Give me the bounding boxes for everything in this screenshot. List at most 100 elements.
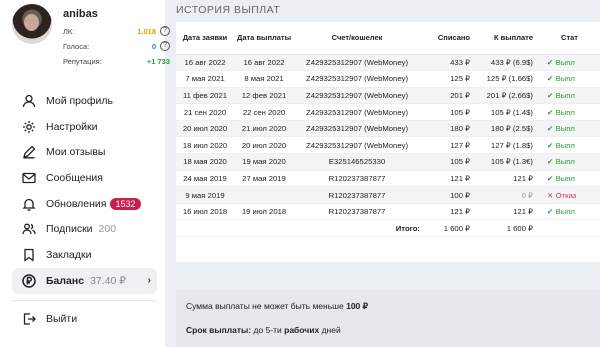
- username[interactable]: anibas: [63, 8, 98, 20]
- check-icon: ✔: [547, 57, 556, 67]
- check-icon: ✔: [547, 157, 556, 167]
- balance-amount: 37.40 ₽: [90, 274, 126, 287]
- envelope-icon: [22, 171, 36, 185]
- cell-account: R120237387877: [294, 186, 420, 204]
- cell-account: Z429325312907 (WebMoney): [294, 87, 420, 105]
- total-spacer: [234, 219, 294, 238]
- ruble-coin-icon: [22, 273, 36, 288]
- min-amount-note: Сумма выплаты не может быть меньше 100 ₽: [186, 301, 590, 312]
- cell-status: ✔ Выпл: [533, 170, 600, 188]
- payout-term-suffix: дней: [321, 325, 341, 335]
- table-row: 11 фев 2021 12 фев 2021 Z429325312907 (Web…: [176, 87, 600, 105]
- payout-table: Дата заявки Дата выплаты Счет/кошелек Сп…: [176, 22, 600, 238]
- cell-account: R120237387877: [294, 170, 420, 188]
- cell-status: ✔ Выпл: [533, 203, 600, 221]
- cell-account: Z429325312907 (WebMoney): [294, 103, 420, 121]
- status-label: Выпл: [555, 74, 575, 84]
- min-amount-text: Сумма выплаты не может быть меньше: [186, 301, 344, 311]
- total-debited: 1 600 ₽: [420, 219, 470, 238]
- col-header-account[interactable]: Счет/кошелек: [294, 22, 420, 55]
- cell-account: Z429325312907 (WebMoney): [294, 120, 420, 138]
- stat-label: ЛК:: [63, 27, 75, 36]
- table-header-row: Дата заявки Дата выплаты Счет/кошелек Сп…: [176, 22, 600, 55]
- cell-status: ✔ Выпл: [533, 103, 600, 121]
- sidebar-item-messages[interactable]: Сообщения: [12, 165, 157, 191]
- stat-label: Голоса:: [63, 42, 90, 51]
- col-header-payout-date[interactable]: Дата выплаты: [234, 22, 294, 55]
- cell-debited: 433 ₽: [420, 54, 470, 72]
- logout-icon: [22, 312, 36, 326]
- sidebar-item-label: Баланс: [46, 274, 85, 287]
- cell-status: ✕ Отказ: [533, 186, 600, 204]
- sidebar-item-reviews[interactable]: Мои отзывы: [12, 139, 157, 165]
- sidebar-item-label: Подписки: [46, 223, 93, 236]
- updates-count-badge: 1532: [110, 197, 141, 210]
- status-label: Выпл: [555, 140, 575, 150]
- sidebar-item-logout[interactable]: Выйти: [12, 307, 157, 333]
- cell-account: R120237387877: [294, 203, 420, 221]
- status-label: Выпл: [555, 173, 575, 183]
- cross-icon: ✕: [547, 190, 556, 200]
- help-icon[interactable]: ?: [160, 41, 170, 51]
- sidebar-item-settings[interactable]: Настройки: [12, 114, 157, 140]
- payout-history-card: Дата заявки Дата выплаты Счет/кошелек Сп…: [176, 22, 600, 262]
- cell-debited: 121 ₽: [420, 203, 470, 221]
- cell-status: ✔ Выпл: [533, 136, 600, 155]
- sidebar-item-label: Мои отзывы: [46, 146, 106, 159]
- cell-payout-date: 27 мая 2019: [234, 170, 294, 188]
- cell-request-date: 7 мая 2021: [176, 70, 234, 88]
- payout-term-bold: рабочих: [284, 325, 320, 335]
- cell-payout-date: 16 авг 2022: [234, 54, 294, 72]
- cell-request-date: 16 авг 2022: [176, 54, 234, 72]
- cell-payout: 127 ₽ (1.8$): [470, 136, 533, 155]
- cell-status: ✔ Выпл: [533, 87, 600, 105]
- help-icon[interactable]: ?: [160, 26, 170, 36]
- cell-status: ✔ Выпл: [533, 120, 600, 138]
- stat-reputation: Репутация: +1 733: [63, 56, 170, 68]
- table-row: 24 мая 2019 27 мая 2019 R120237387877 121 ₽…: [176, 170, 600, 188]
- sidebar-item-bookmarks[interactable]: Закладки: [12, 242, 157, 268]
- cell-payout-date: 22 сен 2020: [234, 103, 294, 121]
- sidebar-item-updates[interactable]: Обновления 1532: [12, 191, 157, 217]
- payout-term-note: Срок выплаты: до 5-ти рабочих дней: [186, 325, 590, 335]
- sidebar-item-label: Закладки: [46, 248, 92, 261]
- check-icon: ✔: [547, 140, 556, 150]
- main-content: ИСТОРИЯ ВЫПЛАТ Дата заявки Дата выплаты …: [176, 0, 600, 347]
- sidebar-item-profile[interactable]: Мой профиль: [12, 88, 157, 114]
- stat-value: 1.018: [137, 27, 156, 36]
- cell-account: Z429325312907 (WebMoney): [294, 54, 420, 72]
- cell-payout: 201 ₽ (2.66$): [470, 87, 533, 105]
- cell-debited: 105 ₽: [420, 153, 470, 171]
- table-row: 18 мая 2020 19 мая 2020 E325146525330 105 ₽…: [176, 153, 600, 171]
- stat-lk: ЛК: 1.018 ?: [63, 26, 170, 38]
- cell-account: Z429325312907 (WebMoney): [294, 136, 420, 155]
- cell-debited: 121 ₽: [420, 170, 470, 188]
- status-label: Выпл: [555, 107, 575, 117]
- chevron-right-icon: ›: [147, 274, 151, 286]
- avatar[interactable]: [12, 4, 52, 44]
- sidebar-item-label: Выйти: [46, 313, 78, 326]
- col-header-request-date[interactable]: Дата заявки: [176, 22, 234, 55]
- stat-value: 0: [151, 42, 156, 51]
- menu-divider: [12, 299, 157, 301]
- col-header-debited[interactable]: Списано: [420, 22, 470, 55]
- table-row: 9 мая 2019 R120237387877 100 ₽0 ₽ ✕ Отказ: [176, 186, 600, 204]
- col-header-payout[interactable]: К выплате: [470, 22, 533, 55]
- table-row: 21 сен 2020 22 сен 2020 Z429325312907 (Web…: [176, 103, 600, 121]
- cell-payout: 105 ₽ (1.3€): [470, 153, 533, 171]
- cell-payout: 121 ₽: [470, 203, 533, 221]
- sidebar-item-subscriptions[interactable]: Подписки 200: [12, 216, 157, 242]
- sidebar-menu: Мой профиль Настройки Мои отзывы Сообщен…: [12, 88, 157, 332]
- check-icon: ✔: [547, 124, 556, 134]
- cell-payout-date: 8 мая 2021: [234, 70, 294, 88]
- status-label: Выпл: [555, 157, 575, 167]
- cell-status: ✔ Выпл: [533, 70, 600, 88]
- sidebar-item-balance[interactable]: Баланс 37.40 ₽ ›: [12, 267, 157, 294]
- cell-payout: 0 ₽: [470, 186, 533, 204]
- cell-request-date: 11 фев 2021: [176, 87, 234, 105]
- col-header-status[interactable]: Стат: [533, 22, 600, 55]
- status-label: Выпл: [555, 207, 575, 217]
- cell-payout: 125 ₽ (1.66$): [470, 70, 533, 88]
- cell-request-date: 24 мая 2019: [176, 170, 234, 188]
- bookmark-icon: [22, 248, 36, 262]
